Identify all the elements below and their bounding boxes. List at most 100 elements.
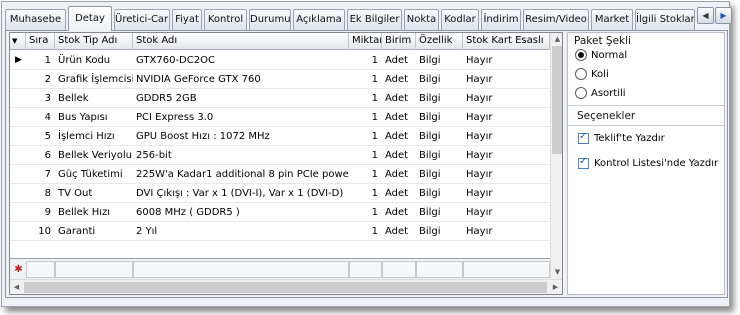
cell-birim[interactable]: Adet [382,70,416,89]
cell-stok-kart-esasli[interactable]: Hayır [463,89,550,108]
cell-sira[interactable]: 9 [26,203,55,222]
cell-ozellik[interactable]: Bilgi [416,89,463,108]
radio-normal-indicator[interactable] [575,49,587,61]
cell-ozellik[interactable]: Bilgi [416,146,463,165]
cell-sira[interactable]: 7 [26,165,55,184]
cell-sira[interactable]: 3 [26,89,55,108]
filter-cell-stok-adi[interactable] [133,261,349,278]
cell-sira[interactable]: 2 [26,70,55,89]
tab-detay[interactable]: Detay [68,6,112,31]
cell-birim[interactable]: Adet [382,108,416,127]
cell-miktar[interactable]: 1 [349,70,382,89]
table-row[interactable]: 4 Bus Yapısı PCI Express 3.0 1 Adet Bilg… [10,108,550,127]
checkbox-teklifte-yazdir[interactable]: Teklif'te Yazdır [578,130,665,146]
cell-miktar[interactable]: 1 [349,146,382,165]
cell-birim[interactable]: Adet [382,146,416,165]
cell-ozellik[interactable]: Bilgi [416,51,463,70]
tab-resim-video[interactable]: Resim/Video [523,9,589,30]
tab-muhasebe[interactable]: Muhasebe [5,9,66,30]
cell-birim[interactable]: Adet [382,222,416,241]
filter-cell-stok-kart-esasli[interactable] [463,261,550,278]
table-row[interactable]: ▶ 1 Ürün Kodu GTX760-DC2OC 1 Adet Bilgi … [10,51,550,70]
tab-market[interactable]: Market [591,9,633,30]
radio-normal[interactable]: Normal [575,47,627,63]
vertical-scrollbar[interactable]: ▲ ▼ [550,33,562,279]
cell-miktar[interactable]: 1 [349,89,382,108]
cell-sira[interactable]: 5 [26,127,55,146]
filter-clear-icon[interactable]: ✱ [12,261,25,278]
cell-sira[interactable]: 10 [26,222,55,241]
cell-stok-kart-esasli[interactable]: Hayır [463,108,550,127]
table-row[interactable]: 5 İşlemci Hızı GPU Boost Hızı : 1072 MHz… [10,127,550,146]
cell-miktar[interactable]: 1 [349,203,382,222]
cell-ozellik[interactable]: Bilgi [416,203,463,222]
col-stok-tip-adi[interactable]: Stok Tip Adı [55,33,133,50]
cell-stok-kart-esasli[interactable]: Hayır [463,165,550,184]
cell-stok-adi[interactable]: 2 Yıl [133,222,349,241]
checkbox-kontrol-listesinde-yazdir-box[interactable] [578,156,589,169]
cell-stok-adi[interactable]: 6008 MHz ( GDDR5 ) [133,203,349,222]
cell-stok-tip-adi[interactable]: Grafik İşlemcisi [55,70,133,89]
cell-ozellik[interactable]: Bilgi [416,70,463,89]
table-row[interactable]: 2 Grafik İşlemcisi NVIDIA GeForce GTX 76… [10,70,550,89]
tab-scroll-right-icon[interactable]: ▶ [715,7,732,24]
cell-miktar[interactable]: 1 [349,222,382,241]
table-row[interactable]: 8 TV Out DVI Çıkışı : Var x 1 (DVI-I), V… [10,184,550,203]
cell-birim[interactable]: Adet [382,89,416,108]
cell-birim[interactable]: Adet [382,51,416,70]
cell-stok-adi[interactable]: DVI Çıkışı : Var x 1 (DVI-I), Var x 1 (D… [133,184,349,203]
cell-birim[interactable]: Adet [382,127,416,146]
cell-stok-tip-adi[interactable]: Ürün Kodu [55,51,133,70]
col-stok-kart-esasli[interactable]: Stok Kart Esaslı [463,33,550,50]
cell-stok-kart-esasli[interactable]: Hayır [463,51,550,70]
cell-stok-kart-esasli[interactable]: Hayır [463,70,550,89]
scroll-up-icon[interactable]: ▲ [551,33,562,46]
table-row[interactable]: 3 Bellek GDDR5 2GB 1 Adet Bilgi Hayır [10,89,550,108]
filter-cell-birim[interactable] [382,261,416,278]
cell-stok-kart-esasli[interactable]: Hayır [463,184,550,203]
cell-stok-tip-adi[interactable]: TV Out [55,184,133,203]
tab-uretici-cari[interactable]: Üretici-Cari [114,9,170,30]
cell-ozellik[interactable]: Bilgi [416,222,463,241]
checkbox-teklifte-yazdir-box[interactable] [578,131,589,144]
cell-sira[interactable]: 1 [26,51,55,70]
radio-koli[interactable]: Koli [575,66,609,82]
cell-stok-kart-esasli[interactable]: Hayır [463,222,550,241]
cell-birim[interactable]: Adet [382,184,416,203]
cell-stok-tip-adi[interactable]: Bellek Veriyolu [55,146,133,165]
cell-ozellik[interactable]: Bilgi [416,184,463,203]
scroll-left-icon[interactable]: ◀ [10,280,23,294]
col-sira[interactable]: Sıra [26,33,55,50]
horizontal-scrollbar[interactable]: ◀ ▶ [10,279,562,294]
cell-stok-tip-adi[interactable]: Bus Yapısı [55,108,133,127]
filter-cell-ozellik[interactable] [416,261,463,278]
cell-stok-tip-adi[interactable]: Güç Tüketimi [55,165,133,184]
cell-stok-adi[interactable]: 256-bit [133,146,349,165]
cell-sira[interactable]: 4 [26,108,55,127]
col-miktar[interactable]: Miktar [349,33,382,50]
cell-birim[interactable]: Adet [382,203,416,222]
cell-stok-adi[interactable]: GPU Boost Hızı : 1072 MHz [133,127,349,146]
cell-ozellik[interactable]: Bilgi [416,165,463,184]
cell-miktar[interactable]: 1 [349,184,382,203]
filter-cell-miktar[interactable] [349,261,382,278]
cell-miktar[interactable]: 1 [349,127,382,146]
tab-indirim[interactable]: İndirim [481,9,521,30]
table-row[interactable]: 6 Bellek Veriyolu 256-bit 1 Adet Bilgi H… [10,146,550,165]
col-ozellik[interactable]: Özellik [416,33,463,50]
radio-koli-indicator[interactable] [575,68,587,80]
scroll-right-icon[interactable]: ▶ [549,280,562,294]
tab-ek-bilgiler[interactable]: Ek Bilgiler [347,9,402,30]
table-row[interactable]: 7 Güç Tüketimi 225W'a Kadar1 additional … [10,165,550,184]
tab-kontrol[interactable]: Kontrol [204,9,247,30]
scroll-down-icon[interactable]: ▼ [551,266,562,279]
table-row[interactable]: 10 Garanti 2 Yıl 1 Adet Bilgi Hayır [10,222,550,241]
cell-birim[interactable]: Adet [382,165,416,184]
cell-stok-tip-adi[interactable]: İşlemci Hızı [55,127,133,146]
cell-ozellik[interactable]: Bilgi [416,108,463,127]
filter-cell-sira[interactable] [26,261,55,278]
vertical-scroll-thumb[interactable] [552,46,562,154]
tab-kodlar[interactable]: Kodlar [441,9,479,30]
cell-stok-tip-adi[interactable]: Garanti [55,222,133,241]
radio-asortili-indicator[interactable] [575,87,587,99]
